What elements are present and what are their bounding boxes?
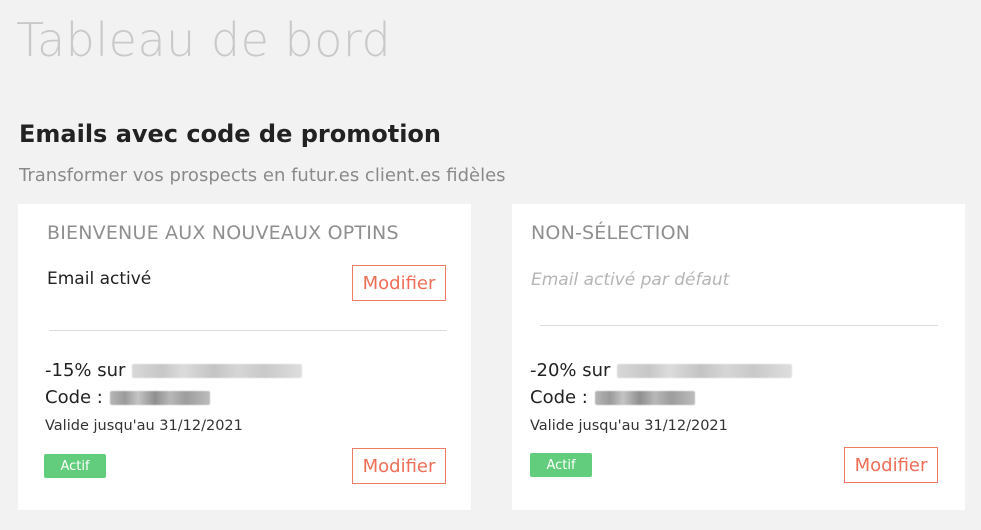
validity-date: Valide jusqu'au 31/12/2021 (45, 418, 243, 434)
divider (540, 325, 938, 326)
code-label: Code : (530, 387, 588, 408)
email-status: Email activé par défaut (531, 270, 730, 290)
status-badge: Actif (530, 453, 592, 477)
promo-code-line: Code : (45, 387, 210, 408)
card-title: BIENVENUE AUX NOUVEAUX OPTINS (47, 222, 399, 244)
redacted-code (594, 390, 695, 405)
code-label: Code : (45, 387, 103, 408)
promo-code-line: Code : (530, 387, 695, 408)
promo-card-welcome: BIENVENUE AUX NOUVEAUX OPTINS Email acti… (18, 204, 471, 510)
redacted-product (617, 363, 793, 378)
discount-label: -15% sur (45, 360, 126, 381)
redacted-product (132, 363, 303, 378)
validity-date: Valide jusqu'au 31/12/2021 (530, 418, 728, 434)
discount-label: -20% sur (530, 360, 611, 381)
modify-email-button[interactable]: Modifier (352, 265, 446, 301)
promo-discount-line: -20% sur (530, 360, 793, 381)
card-title: NON-SÉLECTION (531, 222, 691, 244)
redacted-code (109, 390, 210, 405)
page-title: Tableau de bord (16, 13, 392, 67)
email-status: Email activé (47, 269, 152, 289)
modify-promo-button[interactable]: Modifier (844, 447, 938, 483)
section-title: Emails avec code de promotion (19, 120, 442, 148)
promo-card-non-selection: NON-SÉLECTION Email activé par défaut -2… (512, 204, 965, 510)
status-badge: Actif (44, 454, 106, 478)
section-subtitle: Transformer vos prospects en futur.es cl… (19, 165, 506, 186)
modify-promo-button[interactable]: Modifier (352, 448, 446, 484)
divider (49, 330, 447, 331)
promo-discount-line: -15% sur (45, 360, 303, 381)
